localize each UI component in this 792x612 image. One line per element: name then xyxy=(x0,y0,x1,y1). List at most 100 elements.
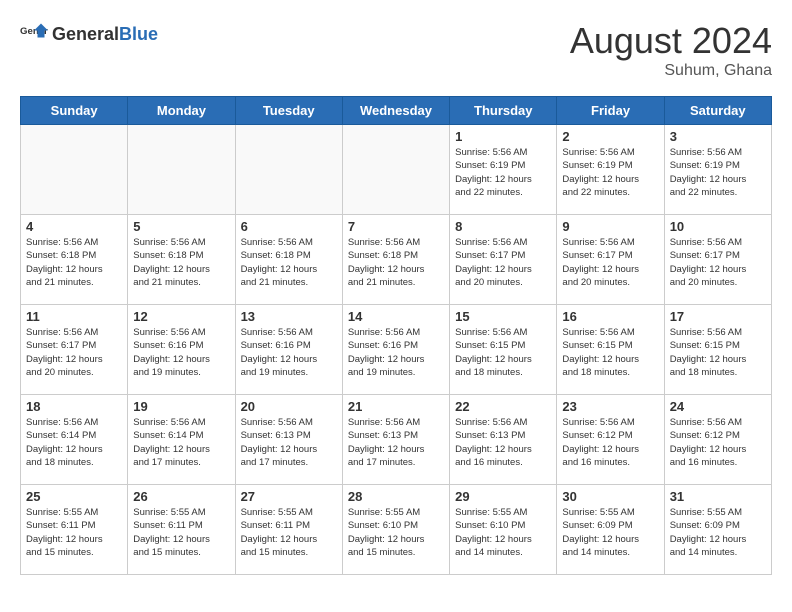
day-number: 17 xyxy=(670,309,766,324)
title-block: August 2024 Suhum, Ghana xyxy=(570,20,772,80)
cell-detail: Sunrise: 5:55 AM Sunset: 6:09 PM Dayligh… xyxy=(562,506,658,559)
day-header-thursday: Thursday xyxy=(450,97,557,125)
cal-cell-19: 19 Sunrise: 5:56 AM Sunset: 6:14 PM Dayli… xyxy=(128,395,235,485)
day-number: 28 xyxy=(348,489,444,504)
day-number: 10 xyxy=(670,219,766,234)
cal-cell-20: 20 Sunrise: 5:56 AM Sunset: 6:13 PM Dayli… xyxy=(235,395,342,485)
day-header-friday: Friday xyxy=(557,97,664,125)
week-row-2: 4Sunrise: 5:56 AM Sunset: 6:18 PM Daylig… xyxy=(21,215,772,305)
cal-cell-1: 1 Sunrise: 5:56 AM Sunset: 6:19 PM Daylig… xyxy=(450,125,557,215)
day-number: 6 xyxy=(241,219,337,234)
calendar-table: SundayMondayTuesdayWednesdayThursdayFrid… xyxy=(20,96,772,575)
cell-detail: Sunrise: 5:55 AM Sunset: 6:11 PM Dayligh… xyxy=(133,506,229,559)
cal-cell-3: 3 Sunrise: 5:56 AM Sunset: 6:19 PM Daylig… xyxy=(664,125,771,215)
day-header-sunday: Sunday xyxy=(21,97,128,125)
calendar-header-row: SundayMondayTuesdayWednesdayThursdayFrid… xyxy=(21,97,772,125)
cal-cell-8: 8 Sunrise: 5:56 AM Sunset: 6:17 PM Daylig… xyxy=(450,215,557,305)
cal-cell-29: 29 Sunrise: 5:55 AM Sunset: 6:10 PM Dayli… xyxy=(450,485,557,575)
day-number: 26 xyxy=(133,489,229,504)
week-row-3: 11Sunrise: 5:56 AM Sunset: 6:17 PM Dayli… xyxy=(21,305,772,395)
day-number: 1 xyxy=(455,129,551,144)
cell-detail: Sunrise: 5:56 AM Sunset: 6:17 PM Dayligh… xyxy=(562,236,658,289)
cal-cell-10: 10 Sunrise: 5:56 AM Sunset: 6:17 PM Dayli… xyxy=(664,215,771,305)
logo-icon: General xyxy=(20,20,48,48)
week-row-1: 1 Sunrise: 5:56 AM Sunset: 6:19 PM Daylig… xyxy=(21,125,772,215)
day-number: 24 xyxy=(670,399,766,414)
day-number: 20 xyxy=(241,399,337,414)
cell-detail: Sunrise: 5:56 AM Sunset: 6:19 PM Dayligh… xyxy=(562,146,658,199)
day-number: 3 xyxy=(670,129,766,144)
cell-detail: Sunrise: 5:56 AM Sunset: 6:18 PM Dayligh… xyxy=(348,236,444,289)
day-number: 11 xyxy=(26,309,122,324)
cell-detail: Sunrise: 5:56 AM Sunset: 6:18 PM Dayligh… xyxy=(133,236,229,289)
cal-cell-22: 22 Sunrise: 5:56 AM Sunset: 6:13 PM Dayli… xyxy=(450,395,557,485)
cell-detail: Sunrise: 5:56 AM Sunset: 6:12 PM Dayligh… xyxy=(670,416,766,469)
day-number: 12 xyxy=(133,309,229,324)
day-number: 21 xyxy=(348,399,444,414)
cal-cell-23: 23Sunrise: 5:56 AM Sunset: 6:12 PM Dayli… xyxy=(557,395,664,485)
calendar-title: August 2024 xyxy=(570,20,772,62)
day-number: 31 xyxy=(670,489,766,504)
cell-detail: Sunrise: 5:55 AM Sunset: 6:11 PM Dayligh… xyxy=(241,506,337,559)
cal-cell-18: 18Sunrise: 5:56 AM Sunset: 6:14 PM Dayli… xyxy=(21,395,128,485)
day-header-tuesday: Tuesday xyxy=(235,97,342,125)
cal-cell-31: 31Sunrise: 5:55 AM Sunset: 6:09 PM Dayli… xyxy=(664,485,771,575)
logo-blue-text: Blue xyxy=(119,24,158,44)
cal-cell-26: 26 Sunrise: 5:55 AM Sunset: 6:11 PM Dayli… xyxy=(128,485,235,575)
cal-cell-11: 11Sunrise: 5:56 AM Sunset: 6:17 PM Dayli… xyxy=(21,305,128,395)
day-number: 8 xyxy=(455,219,551,234)
cal-cell-27: 27Sunrise: 5:55 AM Sunset: 6:11 PM Dayli… xyxy=(235,485,342,575)
cal-cell-5: 5Sunrise: 5:56 AM Sunset: 6:18 PM Daylig… xyxy=(128,215,235,305)
cell-detail: Sunrise: 5:55 AM Sunset: 6:10 PM Dayligh… xyxy=(455,506,551,559)
day-number: 22 xyxy=(455,399,551,414)
cell-detail: Sunrise: 5:56 AM Sunset: 6:16 PM Dayligh… xyxy=(348,326,444,379)
cal-cell-14: 14Sunrise: 5:56 AM Sunset: 6:16 PM Dayli… xyxy=(342,305,449,395)
day-number: 9 xyxy=(562,219,658,234)
day-header-monday: Monday xyxy=(128,97,235,125)
cal-cell-13: 13Sunrise: 5:56 AM Sunset: 6:16 PM Dayli… xyxy=(235,305,342,395)
cell-detail: Sunrise: 5:56 AM Sunset: 6:17 PM Dayligh… xyxy=(670,236,766,289)
cal-cell-15: 15 Sunrise: 5:56 AM Sunset: 6:15 PM Dayli… xyxy=(450,305,557,395)
day-number: 25 xyxy=(26,489,122,504)
cal-cell-30: 30Sunrise: 5:55 AM Sunset: 6:09 PM Dayli… xyxy=(557,485,664,575)
cell-detail: Sunrise: 5:56 AM Sunset: 6:13 PM Dayligh… xyxy=(455,416,551,469)
cell-detail: Sunrise: 5:56 AM Sunset: 6:15 PM Dayligh… xyxy=(455,326,551,379)
logo: General GeneralBlue xyxy=(20,20,158,48)
day-header-saturday: Saturday xyxy=(664,97,771,125)
calendar-subtitle: Suhum, Ghana xyxy=(570,62,772,80)
cell-detail: Sunrise: 5:56 AM Sunset: 6:14 PM Dayligh… xyxy=(133,416,229,469)
cal-cell-25: 25 Sunrise: 5:55 AM Sunset: 6:11 PM Dayli… xyxy=(21,485,128,575)
cell-detail: Sunrise: 5:56 AM Sunset: 6:19 PM Dayligh… xyxy=(670,146,766,199)
day-number: 19 xyxy=(133,399,229,414)
cell-detail: Sunrise: 5:56 AM Sunset: 6:18 PM Dayligh… xyxy=(26,236,122,289)
cell-detail: Sunrise: 5:56 AM Sunset: 6:12 PM Dayligh… xyxy=(562,416,658,469)
cell-detail: Sunrise: 5:56 AM Sunset: 6:16 PM Dayligh… xyxy=(133,326,229,379)
cal-cell-4: 4Sunrise: 5:56 AM Sunset: 6:18 PM Daylig… xyxy=(21,215,128,305)
cal-cell-empty-2 xyxy=(235,125,342,215)
cell-detail: Sunrise: 5:55 AM Sunset: 6:11 PM Dayligh… xyxy=(26,506,122,559)
cal-cell-28: 28 Sunrise: 5:55 AM Sunset: 6:10 PM Dayli… xyxy=(342,485,449,575)
cell-detail: Sunrise: 5:56 AM Sunset: 6:19 PM Dayligh… xyxy=(455,146,551,199)
cell-detail: Sunrise: 5:56 AM Sunset: 6:13 PM Dayligh… xyxy=(241,416,337,469)
cal-cell-empty-3 xyxy=(342,125,449,215)
day-number: 7 xyxy=(348,219,444,234)
cell-detail: Sunrise: 5:55 AM Sunset: 6:10 PM Dayligh… xyxy=(348,506,444,559)
cell-detail: Sunrise: 5:56 AM Sunset: 6:16 PM Dayligh… xyxy=(241,326,337,379)
cell-detail: Sunrise: 5:56 AM Sunset: 6:15 PM Dayligh… xyxy=(562,326,658,379)
week-row-4: 18Sunrise: 5:56 AM Sunset: 6:14 PM Dayli… xyxy=(21,395,772,485)
cell-detail: Sunrise: 5:56 AM Sunset: 6:17 PM Dayligh… xyxy=(455,236,551,289)
cell-detail: Sunrise: 5:56 AM Sunset: 6:15 PM Dayligh… xyxy=(670,326,766,379)
cell-detail: Sunrise: 5:56 AM Sunset: 6:14 PM Dayligh… xyxy=(26,416,122,469)
cal-cell-2: 2Sunrise: 5:56 AM Sunset: 6:19 PM Daylig… xyxy=(557,125,664,215)
cal-cell-21: 21 Sunrise: 5:56 AM Sunset: 6:13 PM Dayli… xyxy=(342,395,449,485)
day-header-wednesday: Wednesday xyxy=(342,97,449,125)
cell-detail: Sunrise: 5:56 AM Sunset: 6:13 PM Dayligh… xyxy=(348,416,444,469)
day-number: 29 xyxy=(455,489,551,504)
cal-cell-empty-1 xyxy=(128,125,235,215)
day-number: 16 xyxy=(562,309,658,324)
cal-cell-empty-0 xyxy=(21,125,128,215)
logo-general-text: General xyxy=(52,24,119,44)
day-number: 15 xyxy=(455,309,551,324)
cal-cell-16: 16 Sunrise: 5:56 AM Sunset: 6:15 PM Dayli… xyxy=(557,305,664,395)
cal-cell-6: 6Sunrise: 5:56 AM Sunset: 6:18 PM Daylig… xyxy=(235,215,342,305)
